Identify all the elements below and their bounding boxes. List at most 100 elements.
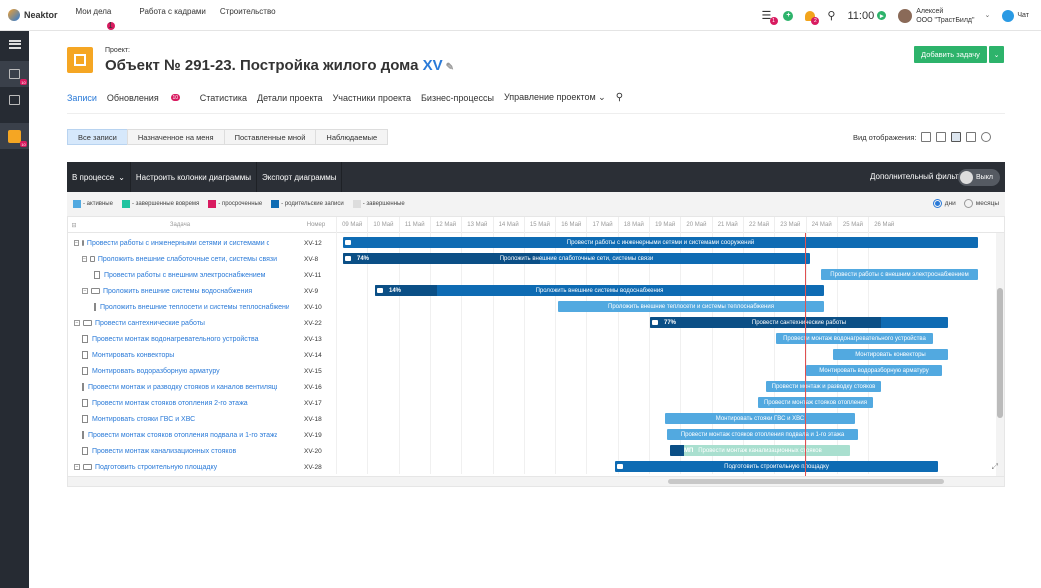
tree-view-icon[interactable] xyxy=(921,132,932,142)
task-name[interactable]: Провести монтаж и разводку стояков и кан… xyxy=(88,384,277,391)
scale-days-radio[interactable] xyxy=(932,199,942,208)
task-name[interactable]: Монтировать стояки ГВС и ХВС xyxy=(92,416,195,423)
table-row[interactable]: Провести монтаж и разводку стояков и кан… xyxy=(68,379,336,395)
extra-filter-toggle[interactable]: Выкл xyxy=(958,169,1000,186)
table-row[interactable]: − Проложить внешние системы водоснабжения… xyxy=(68,283,336,299)
table-row[interactable]: − Провести работы с инженерными сетями и … xyxy=(68,235,336,251)
task-name[interactable]: Провести монтаж водонагревательного устр… xyxy=(92,336,259,343)
topnav-item-construction[interactable]: Строительство xyxy=(220,7,276,24)
task-name[interactable]: Провести работы с внешним электроснабжен… xyxy=(104,272,265,279)
task-name-cell[interactable]: Провести монтаж водонагревательного устр… xyxy=(82,331,277,347)
task-name-cell[interactable]: − Проложить внешние слаботочные сети, сис… xyxy=(82,251,277,267)
gantt-bar[interactable]: Провести работы с инженерными сетями и с… xyxy=(343,237,978,248)
scale-months-radio[interactable] xyxy=(963,199,973,208)
task-name[interactable]: Провести работы с инженерными сетями и с… xyxy=(87,240,269,247)
tab-project-management[interactable]: Управление проектом ⌄ xyxy=(504,92,606,103)
gantt-bar[interactable]: 77% Провести сантехнические работы xyxy=(650,317,948,328)
collapse-toggle-icon[interactable]: − xyxy=(74,240,79,246)
tab-records[interactable]: Записи xyxy=(67,92,97,103)
table-row[interactable]: − Проложить внешние слаботочные сети, сис… xyxy=(68,251,336,267)
sidebar-item-briefcase[interactable]: 10 xyxy=(0,61,29,87)
gantt-bar[interactable]: Провести работы с внешним электроснабжен… xyxy=(821,269,978,280)
task-name[interactable]: Монтировать водоразборную арматуру xyxy=(92,368,220,375)
table-row[interactable]: Монтировать стояки ГВС и ХВС XV-18 xyxy=(68,411,336,427)
task-name-cell[interactable]: Провести монтаж и разводку стояков и кан… xyxy=(82,379,277,395)
edit-pencil-icon[interactable]: ✎ xyxy=(446,62,454,73)
horizontal-scrollbar[interactable] xyxy=(68,476,1004,486)
table-row[interactable]: Провести монтаж канализационных стояков X… xyxy=(68,443,336,459)
table-row[interactable]: Провести монтаж водонагревательного устр… xyxy=(68,331,336,347)
task-name-cell[interactable]: Провести работы с внешним электроснабжен… xyxy=(94,267,289,283)
tab-participants[interactable]: Участники проекта xyxy=(333,92,411,103)
table-row[interactable]: Провести монтаж стояков отопления подвал… xyxy=(68,427,336,443)
collapse-all-toggle[interactable]: ⊟ xyxy=(68,217,80,233)
sidebar-item-project[interactable]: 10 xyxy=(0,123,29,149)
table-row[interactable]: Провести работы с внешним электроснабжен… xyxy=(68,267,336,283)
task-name[interactable]: Проложить внешние теплосети и системы те… xyxy=(100,304,289,311)
filter-created-by-me[interactable]: Поставленные мной xyxy=(223,129,317,145)
sidebar-item-documents[interactable] xyxy=(0,87,29,113)
task-name-cell[interactable]: Проложить внешние теплосети и системы те… xyxy=(94,299,289,315)
gantt-bar[interactable]: Проложить внешние теплосети и системы те… xyxy=(558,301,824,312)
add-task-button[interactable]: Добавить задачу xyxy=(914,46,987,63)
task-name-cell[interactable]: Монтировать стояки ГВС и ХВС xyxy=(82,411,277,427)
gantt-bar[interactable]: MП Провести монтаж канализационных стояко… xyxy=(670,445,850,456)
status-dropdown[interactable]: В процессе ⌄ xyxy=(67,162,131,192)
task-name[interactable]: Монтировать конвекторы xyxy=(92,352,174,359)
gantt-bar[interactable]: 74% Проложить внешние слаботочные сети, с… xyxy=(343,253,810,264)
task-name-cell[interactable]: Монтировать водоразборную арматуру xyxy=(82,363,277,379)
settings-view-icon[interactable] xyxy=(981,132,992,142)
gantt-bar[interactable]: Монтировать водоразборную арматуру xyxy=(806,365,942,376)
notifications-button[interactable]: 2 xyxy=(805,10,820,25)
topnav-item-my-tasks[interactable]: Мои дела 1 xyxy=(76,7,126,30)
tab-business-processes[interactable]: Бизнес-процессы xyxy=(421,92,494,103)
table-row[interactable]: Проложить внешние теплосети и системы те… xyxy=(68,299,336,315)
time-tracker[interactable]: 11:00 ▸ xyxy=(847,10,887,22)
gantt-bar[interactable]: Провести монтаж водонагревательного устр… xyxy=(776,333,933,344)
tab-project-details[interactable]: Детали проекта xyxy=(257,92,323,103)
task-name[interactable]: Провести монтаж канализационных стояков xyxy=(92,448,236,455)
user-menu[interactable]: Алексей ООО "ТрастБилд" ⌄ xyxy=(898,7,990,25)
filter-watched[interactable]: Наблюдаемые xyxy=(315,129,389,145)
collapse-toggle-icon[interactable]: − xyxy=(82,256,87,262)
table-row[interactable]: Провести монтаж стояков отопления 2-го э… xyxy=(68,395,336,411)
collapse-toggle-icon[interactable]: − xyxy=(82,288,88,294)
topnav-item-hr[interactable]: Работа с кадрами xyxy=(139,7,206,24)
task-name[interactable]: Проложить внешние системы водоснабжения xyxy=(103,288,252,295)
task-name[interactable]: Провести сантехнические работы xyxy=(95,320,205,327)
gantt-bar[interactable]: Подготовить строительную площадку xyxy=(615,461,938,472)
calendar-view-icon[interactable] xyxy=(966,132,977,142)
menu-button[interactable] xyxy=(0,31,29,57)
filter-all-records[interactable]: Все записи xyxy=(67,129,128,145)
gantt-bar[interactable]: Провести монтаж стояков отопления xyxy=(758,397,873,408)
gantt-bar[interactable]: Провести монтаж и разводку стояков xyxy=(766,381,881,392)
task-name[interactable]: Подготовить строительную площадку xyxy=(95,464,217,471)
task-name-cell[interactable]: Провести монтаж стояков отопления подвал… xyxy=(82,427,277,443)
task-list-button[interactable]: ☰ 1 xyxy=(762,9,778,25)
collapse-toggle-icon[interactable]: − xyxy=(74,464,80,470)
scroll-thumb[interactable] xyxy=(668,479,944,484)
chat-button[interactable]: Чат xyxy=(1002,9,1029,22)
add-button[interactable]: + xyxy=(783,10,794,21)
task-name[interactable]: Провести монтаж стояков отопления подвал… xyxy=(88,432,277,439)
task-name-cell[interactable]: − Подготовить строительную площадку xyxy=(74,459,269,475)
app-logo[interactable]: Neaktor xyxy=(8,9,58,21)
scroll-thumb[interactable] xyxy=(997,288,1003,418)
tabs-search-icon[interactable]: ⚲ xyxy=(616,92,623,103)
gantt-view-icon[interactable] xyxy=(951,132,962,142)
table-row[interactable]: − Провести сантехнические работы XV-22 xyxy=(68,315,336,331)
table-row[interactable]: Монтировать водоразборную арматуру XV-15 xyxy=(68,363,336,379)
task-name-cell[interactable]: Провести монтаж канализационных стояков xyxy=(82,443,277,459)
task-name[interactable]: Провести монтаж стояков отопления 2-го э… xyxy=(92,400,248,407)
search-button[interactable]: ⚲ xyxy=(827,9,835,22)
table-row[interactable]: − Подготовить строительную площадку XV-28 xyxy=(68,459,336,475)
table-row[interactable]: Монтировать конвекторы XV-14 xyxy=(68,347,336,363)
gantt-bar[interactable]: Провести монтаж стояков отопления подвал… xyxy=(667,429,858,440)
expand-icon[interactable]: ⤢ xyxy=(992,462,998,472)
task-name-cell[interactable]: Монтировать конвекторы xyxy=(82,347,277,363)
configure-columns-button[interactable]: Настроить колонки диаграммы xyxy=(131,162,258,192)
tab-updates[interactable]: Обновления 10 xyxy=(107,92,190,103)
gantt-bar[interactable]: Монтировать стояки ГВС и ХВС xyxy=(665,413,855,424)
gantt-bar[interactable]: 14% Проложить внешние системы водоснабжен… xyxy=(375,285,824,296)
task-name-cell[interactable]: − Провести работы с инженерными сетями и … xyxy=(74,235,269,251)
